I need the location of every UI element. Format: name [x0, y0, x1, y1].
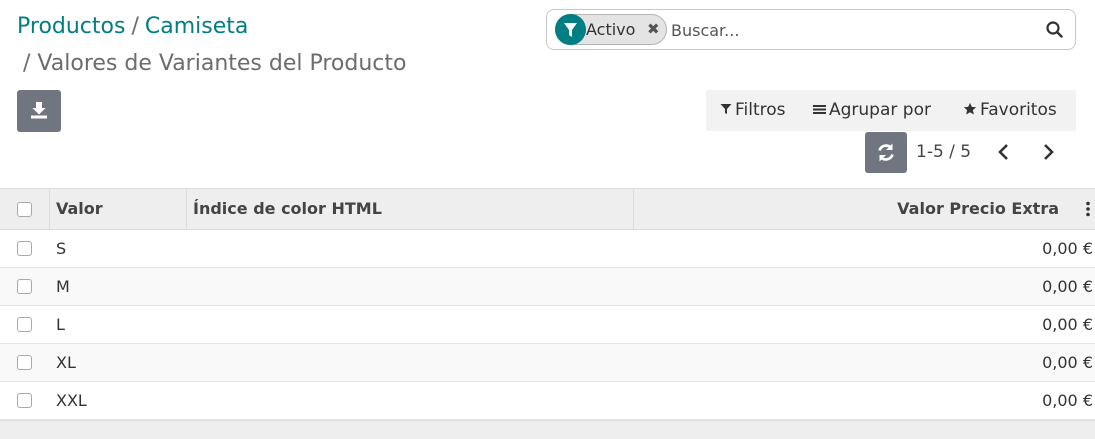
- cell-valor: XL: [56, 353, 76, 372]
- cell-precio: 0,00 €: [1042, 277, 1093, 296]
- download-button[interactable]: [17, 90, 61, 132]
- table-header: Valor Índice de color HTML Valor Precio …: [0, 188, 1095, 230]
- refresh-icon: [865, 143, 907, 177]
- table-footer: [0, 420, 1095, 439]
- page-title: Valores de Variantes del Producto: [37, 51, 407, 76]
- column-header-valor[interactable]: Valor: [56, 189, 103, 229]
- cell-valor: L: [56, 315, 65, 334]
- table-row[interactable]: XXL 0,00 €: [0, 382, 1095, 420]
- search-icon[interactable]: [1041, 16, 1069, 44]
- select-all-checkbox[interactable]: [17, 202, 32, 217]
- chevron-right-icon[interactable]: [1036, 140, 1060, 164]
- cell-valor: S: [56, 239, 67, 258]
- column-divider: [633, 189, 634, 229]
- cell-precio: 0,00 €: [1042, 239, 1093, 258]
- table-row[interactable]: M 0,00 €: [0, 268, 1095, 306]
- pager-value[interactable]: 1-5 / 5: [916, 132, 971, 173]
- vertical-ellipsis-icon[interactable]: [1083, 201, 1093, 221]
- search-bar: Activo ✖: [546, 9, 1076, 50]
- chevron-left-icon[interactable]: [992, 140, 1016, 164]
- filters-label: Filtros: [735, 100, 786, 120]
- star-icon: [963, 102, 977, 115]
- favorites-toggle[interactable]: Favoritos: [963, 90, 1057, 131]
- list-icon: [813, 105, 826, 114]
- group-by-label: Agrupar por: [829, 100, 931, 120]
- table-row[interactable]: L 0,00 €: [0, 306, 1095, 344]
- breadcrumb-separator: /: [23, 51, 31, 76]
- column-divider: [49, 189, 50, 229]
- column-header-color[interactable]: Índice de color HTML: [193, 189, 382, 229]
- filter-icon: [720, 104, 732, 114]
- refresh-button[interactable]: [865, 132, 907, 173]
- table-row[interactable]: XL 0,00 €: [0, 344, 1095, 382]
- column-divider: [186, 189, 187, 229]
- breadcrumb-current-line: / Valores de Variantes del Producto: [23, 49, 406, 79]
- breadcrumb-camiseta[interactable]: Camiseta: [145, 14, 249, 39]
- table-row[interactable]: S 0,00 €: [0, 230, 1095, 268]
- row-checkbox[interactable]: [17, 317, 32, 332]
- row-checkbox[interactable]: [17, 355, 32, 370]
- breadcrumb: Productos / Camiseta: [17, 12, 248, 42]
- cell-precio: 0,00 €: [1042, 391, 1093, 410]
- row-checkbox[interactable]: [17, 393, 32, 408]
- download-icon: [17, 102, 61, 136]
- search-input[interactable]: [671, 16, 1041, 44]
- breadcrumb-productos[interactable]: Productos: [17, 14, 125, 39]
- cell-precio: 0,00 €: [1042, 353, 1093, 372]
- filter-icon: [555, 14, 586, 45]
- row-checkbox[interactable]: [17, 241, 32, 256]
- group-by-toggle[interactable]: Agrupar por: [813, 90, 931, 131]
- cell-precio: 0,00 €: [1042, 315, 1093, 334]
- cell-valor: XXL: [56, 391, 87, 410]
- row-checkbox[interactable]: [17, 279, 32, 294]
- breadcrumb-separator: /: [131, 14, 139, 39]
- search-panel-toolbar: Filtros Agrupar por Favoritos: [706, 90, 1076, 131]
- search-facet-activo[interactable]: Activo ✖: [555, 14, 667, 45]
- column-header-precio[interactable]: Valor Precio Extra: [897, 189, 1059, 229]
- facet-remove-icon[interactable]: ✖: [647, 15, 660, 44]
- cell-valor: M: [56, 277, 70, 296]
- favorites-label: Favoritos: [980, 100, 1057, 120]
- filters-toggle[interactable]: Filtros: [720, 90, 786, 131]
- facet-label: Activo: [586, 20, 636, 39]
